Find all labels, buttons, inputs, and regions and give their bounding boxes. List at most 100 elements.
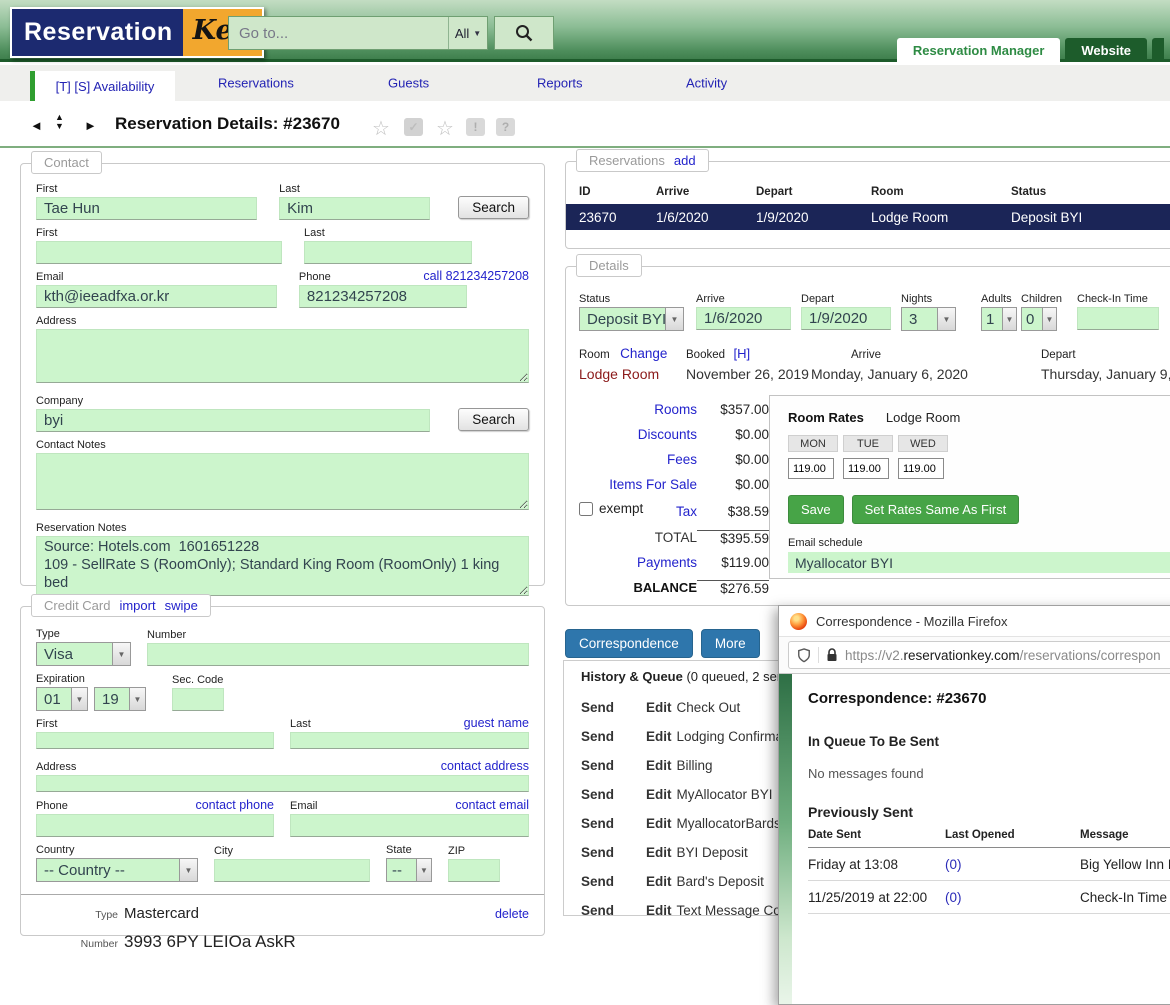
last-name-input[interactable] bbox=[279, 197, 430, 220]
first2-input[interactable] bbox=[36, 241, 282, 264]
send-link[interactable]: Send bbox=[581, 729, 646, 744]
cc-phone-input[interactable] bbox=[36, 814, 274, 837]
country-select[interactable]: -- Country --▼ bbox=[36, 858, 198, 882]
contact-phone-link[interactable]: contact phone bbox=[195, 798, 274, 812]
set-rates-same-button[interactable]: Set Rates Same As First bbox=[852, 495, 1020, 524]
address-textarea[interactable] bbox=[36, 329, 529, 383]
search-button[interactable] bbox=[494, 16, 554, 50]
check-icon[interactable]: ✓ bbox=[404, 118, 423, 136]
edit-link[interactable]: Edit bbox=[646, 845, 672, 860]
shield-icon[interactable] bbox=[797, 648, 811, 663]
booked-history-link[interactable]: [H] bbox=[733, 346, 750, 361]
edit-link[interactable]: Edit bbox=[646, 700, 672, 715]
save-rates-button[interactable]: Save bbox=[788, 495, 844, 524]
contact-search-button[interactable]: Search bbox=[458, 196, 529, 219]
rate-tue-input[interactable] bbox=[843, 458, 889, 479]
search-scope-dropdown[interactable]: All ▼ bbox=[448, 17, 487, 49]
sent-row[interactable]: Friday at 13:08 (0) Big Yellow Inn Depos bbox=[808, 848, 1170, 881]
contact-address-link[interactable]: contact address bbox=[441, 759, 529, 773]
send-link[interactable]: Send bbox=[581, 816, 646, 831]
email-schedule-select[interactable]: Myallocator BYI bbox=[788, 552, 1170, 573]
call-phone-link[interactable]: call 821234257208 bbox=[423, 269, 529, 283]
nav-tab-reservations[interactable]: Reservations bbox=[218, 76, 294, 91]
star-icon-2[interactable]: ☆ bbox=[436, 116, 454, 141]
edit-link[interactable]: Edit bbox=[646, 816, 672, 831]
more-button[interactable]: More bbox=[701, 629, 760, 658]
tab-reservation-manager[interactable]: Reservation Manager bbox=[897, 38, 1061, 62]
cc-address-input[interactable] bbox=[36, 775, 529, 792]
edit-link[interactable]: Edit bbox=[646, 758, 672, 773]
send-link[interactable]: Send bbox=[581, 758, 646, 773]
nights-select[interactable]: 3▼ bbox=[901, 307, 956, 331]
help-icon[interactable]: ? bbox=[496, 118, 515, 136]
opened-count-link[interactable]: (0) bbox=[945, 857, 1080, 872]
correspondence-button[interactable]: Correspondence bbox=[565, 629, 693, 658]
cc-last-input[interactable] bbox=[290, 732, 529, 749]
discounts-link[interactable]: Discounts bbox=[585, 427, 697, 442]
edit-link[interactable]: Edit bbox=[646, 787, 672, 802]
card-number-input[interactable] bbox=[147, 643, 529, 666]
rate-wed-input[interactable] bbox=[898, 458, 944, 479]
depart-input[interactable] bbox=[801, 307, 891, 330]
cc-email-input[interactable] bbox=[290, 814, 529, 837]
popup-titlebar[interactable]: Correspondence - Mozilla Firefox bbox=[779, 606, 1170, 637]
search-input[interactable] bbox=[229, 17, 448, 49]
contact-email-link[interactable]: contact email bbox=[455, 798, 529, 812]
delete-card-link[interactable]: delete bbox=[495, 907, 529, 921]
zip-input[interactable] bbox=[448, 859, 500, 882]
up-down-spinner-icon[interactable]: ▲▼ bbox=[55, 113, 64, 131]
company-search-button[interactable]: Search bbox=[458, 408, 529, 431]
send-link[interactable]: Send bbox=[581, 787, 646, 802]
edit-link[interactable]: Edit bbox=[646, 729, 672, 744]
exp-year-select[interactable]: 19▼ bbox=[94, 687, 146, 711]
tax-link[interactable]: Tax bbox=[649, 504, 697, 519]
nav-tab-availability[interactable]: [T] [S] Availability bbox=[30, 71, 175, 101]
checkin-time-input[interactable] bbox=[1077, 307, 1159, 330]
children-select[interactable]: 0▼ bbox=[1021, 307, 1057, 331]
guest-name-link[interactable]: guest name bbox=[464, 716, 529, 730]
nav-tab-reports[interactable]: Reports bbox=[537, 76, 583, 91]
cc-first-input[interactable] bbox=[36, 732, 274, 749]
company-input[interactable] bbox=[36, 409, 430, 432]
swipe-card-link[interactable]: swipe bbox=[165, 598, 198, 613]
import-card-link[interactable]: import bbox=[119, 598, 155, 613]
rooms-link[interactable]: Rooms bbox=[585, 402, 697, 417]
rate-mon-input[interactable] bbox=[788, 458, 834, 479]
tab-website[interactable]: Website bbox=[1065, 38, 1147, 62]
add-reservation-link[interactable]: add bbox=[674, 153, 696, 168]
payments-link[interactable]: Payments bbox=[585, 555, 697, 570]
change-room-link[interactable]: Change bbox=[620, 346, 667, 361]
send-link[interactable]: Send bbox=[581, 845, 646, 860]
phone-input[interactable] bbox=[299, 285, 467, 308]
star-icon[interactable]: ☆ bbox=[372, 116, 390, 141]
nav-tab-activity[interactable]: Activity bbox=[686, 76, 727, 91]
fees-link[interactable]: Fees bbox=[585, 452, 697, 467]
reservation-row[interactable]: 23670 1/6/2020 1/9/2020 Lodge Room Depos… bbox=[566, 204, 1170, 230]
send-link[interactable]: Send bbox=[581, 700, 646, 715]
edit-link[interactable]: Edit bbox=[646, 874, 672, 889]
state-select[interactable]: --▼ bbox=[386, 858, 432, 882]
tax-exempt-checkbox[interactable] bbox=[579, 502, 593, 516]
city-input[interactable] bbox=[214, 859, 370, 882]
nav-tab-guests[interactable]: Guests bbox=[388, 76, 429, 91]
popup-url-bar: https://v2.reservationkey.com/reservatio… bbox=[779, 637, 1170, 674]
reservation-notes-textarea[interactable]: Source: Hotels.com 1601651228 109 - Sell… bbox=[36, 536, 529, 596]
status-select[interactable]: Deposit BYI▼ bbox=[579, 307, 684, 331]
url-field[interactable]: https://v2.reservationkey.com/reservatio… bbox=[788, 641, 1170, 669]
send-link[interactable]: Send bbox=[581, 874, 646, 889]
card-type-select[interactable]: Visa▼ bbox=[36, 642, 131, 666]
adults-select[interactable]: 1▼ bbox=[981, 307, 1017, 331]
first-name-input[interactable] bbox=[36, 197, 257, 220]
prev-reservation-arrow-icon[interactable]: ◄ bbox=[30, 118, 43, 133]
next-reservation-arrow-icon[interactable]: ► bbox=[84, 118, 97, 133]
email-input[interactable] bbox=[36, 285, 277, 308]
opened-count-link[interactable]: (0) bbox=[945, 890, 1080, 905]
contact-notes-textarea[interactable] bbox=[36, 453, 529, 510]
arrive-input[interactable] bbox=[696, 307, 791, 330]
sec-code-input[interactable] bbox=[172, 688, 224, 711]
exp-month-select[interactable]: 01▼ bbox=[36, 687, 88, 711]
alert-icon[interactable]: ! bbox=[466, 118, 485, 136]
sent-row[interactable]: 11/25/2019 at 22:00 (0) Check-In Time Bi… bbox=[808, 881, 1170, 914]
items-for-sale-link[interactable]: Items For Sale bbox=[585, 477, 697, 492]
last2-input[interactable] bbox=[304, 241, 472, 264]
